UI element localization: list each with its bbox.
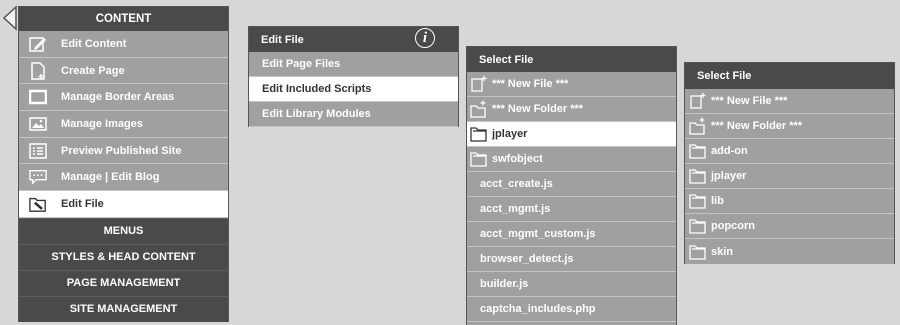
folder-label: lib: [711, 195, 724, 207]
new-folder-item[interactable]: *** New Folder ***: [685, 114, 894, 139]
select-file-panel-2: Select File *** New File *** *** New Fol…: [684, 62, 895, 264]
edit-library-modules-item[interactable]: Edit Library Modules: [249, 102, 458, 127]
content-menu-header: CONTENT: [19, 7, 228, 31]
new-file-icon: [470, 75, 488, 93]
new-folder-icon: [689, 117, 707, 135]
folder-label: skin: [711, 245, 734, 258]
border-areas-icon: [29, 88, 47, 106]
folder-icon: [689, 142, 707, 160]
menu-item-manage-edit-blog[interactable]: Manage | Edit Blog: [19, 164, 228, 192]
folder-label: jplayer: [711, 170, 747, 182]
blog-speech-icon: [29, 168, 47, 186]
folder-item-jplayer[interactable]: jplayer: [685, 164, 894, 189]
new-folder-item[interactable]: *** New Folder ***: [467, 97, 676, 122]
folder-item-add-on[interactable]: add-on: [685, 139, 894, 164]
menu-item-label: Manage Images: [61, 117, 143, 130]
new-page-icon: [29, 61, 47, 80]
menu-item-create-page[interactable]: Create Page: [19, 57, 228, 85]
folder-label: swfobject: [492, 153, 543, 165]
info-icon[interactable]: i: [415, 28, 435, 48]
folder-item-popcorn[interactable]: popcorn: [685, 214, 894, 239]
file-item[interactable]: browser_detect.js: [467, 247, 676, 272]
section-site-management[interactable]: SITE MANAGEMENT: [19, 295, 228, 322]
section-styles-head-content[interactable]: STYLES & HEAD CONTENT: [19, 243, 228, 270]
menu-item-manage-images[interactable]: Manage Images: [19, 111, 228, 138]
menu-item-label: Preview Published Site: [61, 144, 182, 157]
menu-item-label: Manage | Edit Blog: [61, 171, 160, 184]
folder-icon: [470, 125, 488, 143]
folder-item-jplayer[interactable]: jplayer: [467, 122, 676, 147]
edit-included-scripts-item[interactable]: Edit Included Scripts: [249, 77, 458, 102]
folder-icon: [689, 192, 707, 210]
select-file-header: Select File: [685, 63, 894, 89]
new-folder-label: *** New Folder ***: [492, 103, 584, 115]
folder-item-swfobject[interactable]: swfobject: [467, 147, 676, 172]
menu-item-manage-border-areas[interactable]: Manage Border Areas: [19, 84, 228, 112]
content-menu-panel: CONTENT Edit Content Create Page Manage …: [18, 6, 229, 322]
file-item[interactable]: builder.js: [467, 272, 676, 297]
folder-label: jplayer: [492, 128, 528, 140]
folder-icon: [689, 167, 707, 185]
menu-item-label: Edit File: [61, 197, 104, 210]
menu-item-label: Create Page: [61, 64, 125, 77]
section-menus[interactable]: MENUS: [19, 217, 228, 244]
folder-item-skin[interactable]: skin: [685, 239, 894, 264]
folder-label: popcorn: [711, 220, 755, 232]
folder-icon: [689, 217, 707, 235]
file-item[interactable]: acct_mgmt.js: [467, 197, 676, 222]
menu-item-label: Edit Content: [61, 37, 127, 50]
new-file-item[interactable]: *** New File ***: [467, 72, 676, 97]
folder-label: add-on: [711, 145, 748, 157]
new-file-item[interactable]: *** New File ***: [685, 89, 894, 114]
new-file-label: *** New File ***: [711, 95, 788, 107]
file-item[interactable]: acct_create.js: [467, 172, 676, 197]
select-file-panel-1: Select File *** New File *** *** New Fol…: [466, 46, 677, 325]
new-file-label: *** New File ***: [492, 78, 569, 90]
menu-item-label: Manage Border Areas: [61, 91, 175, 104]
image-icon: [29, 115, 47, 133]
menu-item-edit-content[interactable]: Edit Content: [19, 31, 228, 58]
back-arrow-icon[interactable]: [1, 5, 18, 31]
folder-item-lib[interactable]: lib: [685, 189, 894, 214]
new-file-icon: [689, 92, 707, 110]
menu-item-preview-published-site[interactable]: Preview Published Site: [19, 137, 228, 165]
edit-file-folder-icon: [29, 195, 47, 213]
edit-file-header: Edit File i: [249, 27, 458, 52]
menu-item-edit-file[interactable]: Edit File: [19, 191, 228, 218]
edit-page-files-item[interactable]: Edit Page Files: [249, 52, 458, 77]
edit-pencil-icon: [29, 35, 47, 53]
new-folder-label: *** New Folder ***: [711, 120, 803, 132]
edit-file-title: Edit File: [261, 33, 304, 46]
preview-list-icon: [29, 142, 47, 160]
folder-icon: [689, 243, 707, 261]
file-item[interactable]: captcha_includes.php: [467, 297, 676, 322]
edit-file-panel: Edit File i Edit Page Files Edit Include…: [248, 26, 459, 127]
file-item[interactable]: acct_mgmt_custom.js: [467, 222, 676, 247]
select-file-header: Select File: [467, 47, 676, 72]
section-page-management[interactable]: PAGE MANAGEMENT: [19, 269, 228, 296]
new-folder-icon: [470, 100, 488, 118]
folder-icon: [470, 150, 488, 168]
